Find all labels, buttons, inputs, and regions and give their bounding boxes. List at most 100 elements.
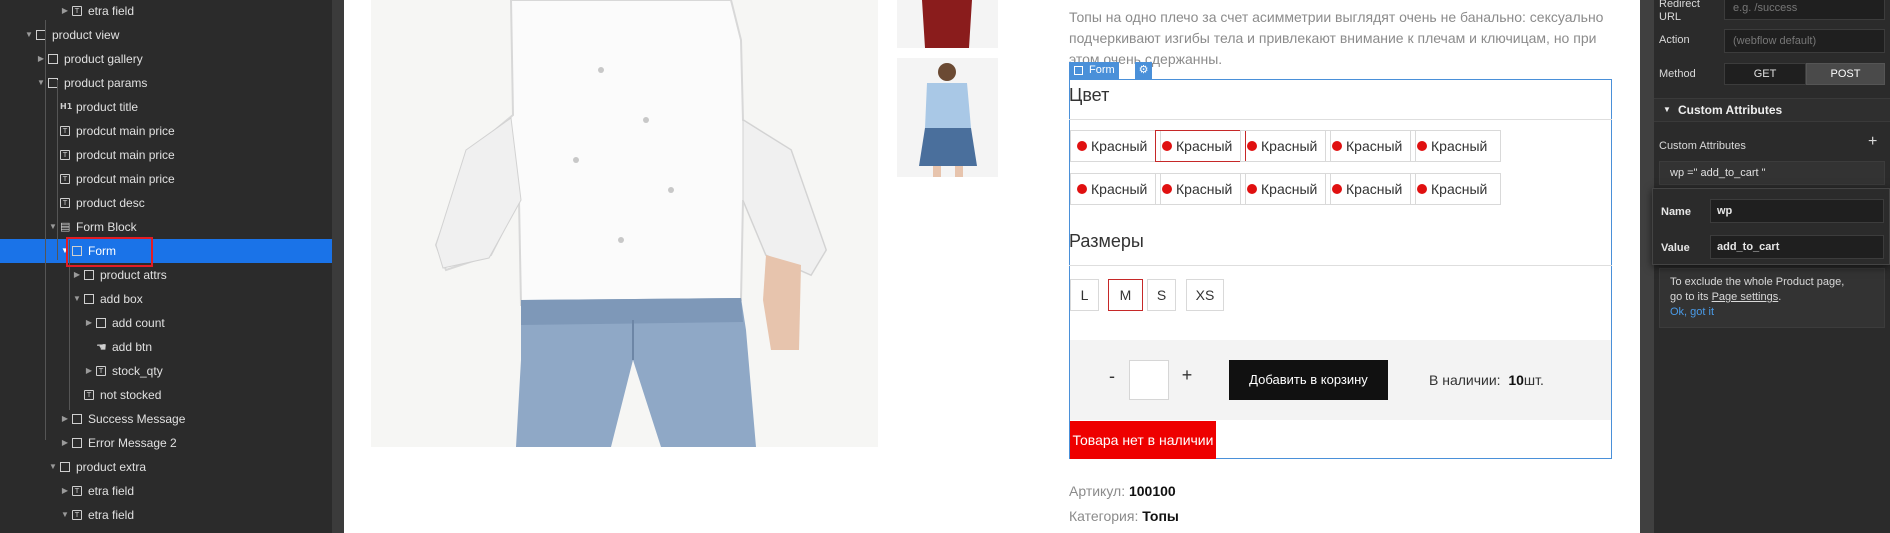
product-thumbnail-1[interactable] bbox=[897, 0, 998, 48]
size-option[interactable]: XS bbox=[1186, 279, 1224, 311]
quantity-input[interactable] bbox=[1129, 360, 1169, 400]
design-canvas: Топы на одно плечо за счет асимметрии вы… bbox=[344, 0, 1640, 533]
size-option[interactable]: S bbox=[1147, 279, 1176, 311]
caret-down-icon[interactable]: ▼ bbox=[72, 287, 82, 311]
sizes-section-title: Размеры bbox=[1069, 231, 1144, 251]
color-option[interactable]: Красный bbox=[1070, 173, 1161, 205]
category-line: Категория: Топы bbox=[1069, 508, 1179, 524]
action-input[interactable]: (webflow default) bbox=[1724, 29, 1885, 53]
attribute-edit-popup: Name wp Value add_to_cart bbox=[1652, 188, 1890, 265]
navigator-item[interactable]: ▼ product view bbox=[0, 23, 332, 47]
method-post-button[interactable]: POST bbox=[1806, 63, 1885, 85]
stock-info: В наличии: 10шт. bbox=[1429, 372, 1544, 388]
size-option[interactable]: L bbox=[1070, 279, 1099, 311]
product-thumbnail-2[interactable] bbox=[897, 58, 998, 177]
value-input[interactable]: add_to_cart bbox=[1710, 235, 1884, 259]
page-settings-link[interactable]: Page settings bbox=[1712, 291, 1779, 303]
color-option[interactable]: Красный bbox=[1155, 130, 1246, 162]
navigator-item[interactable]: ▼ Tetra field bbox=[0, 503, 332, 527]
gear-icon[interactable]: ⚙ bbox=[1135, 62, 1152, 79]
ok-got-it-link[interactable]: Ok, got it bbox=[1670, 305, 1874, 320]
navigator-item-label: product extra bbox=[76, 460, 147, 474]
navigator-item[interactable]: ☚ add btn bbox=[0, 335, 332, 359]
navigator-item-label: add box bbox=[100, 292, 143, 306]
custom-attributes-section-header[interactable]: ▼ Custom Attributes bbox=[1654, 98, 1890, 122]
navigator-item[interactable]: ▼ ▤ Form Block bbox=[0, 215, 332, 239]
add-to-cart-button[interactable]: Добавить в корзину bbox=[1229, 360, 1388, 400]
custom-attributes-label: Custom Attributes bbox=[1659, 140, 1746, 152]
navigator-item[interactable]: Tprodcut main price bbox=[0, 143, 332, 167]
color-swatch-dot bbox=[1417, 184, 1427, 194]
color-swatch-dot bbox=[1077, 141, 1087, 151]
text-icon: T bbox=[72, 6, 82, 16]
navigator-item[interactable]: ▼ product params bbox=[0, 71, 332, 95]
caret-right-icon[interactable]: ▶ bbox=[60, 479, 70, 503]
product-main-image[interactable] bbox=[371, 0, 878, 447]
box-icon bbox=[60, 462, 70, 472]
color-swatch-dot bbox=[1162, 184, 1172, 194]
navigator-item[interactable]: ▶ add count bbox=[0, 311, 332, 335]
note-line-1: To exclude the whole Product page, bbox=[1670, 276, 1845, 288]
category-label: Категория: bbox=[1069, 508, 1139, 524]
caret-right-icon[interactable]: ▶ bbox=[84, 311, 94, 335]
color-option[interactable]: Красный bbox=[1410, 130, 1501, 162]
text-icon: T bbox=[60, 150, 70, 160]
navigator-item[interactable]: ▼ product extra bbox=[0, 455, 332, 479]
navigator-item[interactable]: ▶ product gallery bbox=[0, 47, 332, 71]
box-icon bbox=[48, 54, 58, 64]
color-option[interactable]: Красный bbox=[1410, 173, 1501, 205]
navigator-item[interactable]: Tnot stocked bbox=[0, 383, 332, 407]
product-description: Топы на одно плечо за счет асимметрии вы… bbox=[1069, 9, 1604, 67]
navigator-item[interactable]: ▶ Success Message bbox=[0, 407, 332, 431]
add-attribute-icon[interactable]: + bbox=[1868, 133, 1877, 151]
method-label: Method bbox=[1659, 68, 1696, 80]
navigator-item[interactable]: ▶ Tstock_qty bbox=[0, 359, 332, 383]
caret-right-icon[interactable]: ▶ bbox=[60, 431, 70, 455]
custom-attributes-title: Custom Attributes bbox=[1678, 103, 1783, 117]
name-input[interactable]: wp bbox=[1710, 199, 1884, 223]
category-value: Топы bbox=[1142, 508, 1179, 524]
caret-down-icon[interactable]: ▼ bbox=[60, 503, 70, 527]
navigator-item[interactable]: ▶ Error Message 2 bbox=[0, 431, 332, 455]
color-option[interactable]: Красный bbox=[1325, 173, 1416, 205]
navigator-item[interactable]: ▼ add box bbox=[0, 287, 332, 311]
qty-minus-button[interactable]: - bbox=[1102, 366, 1122, 387]
navigator-item[interactable]: ▶ Tetra field bbox=[0, 479, 332, 503]
caret-right-icon[interactable]: ▶ bbox=[60, 0, 70, 23]
navigator-item-label: add count bbox=[112, 316, 165, 330]
navigator-item[interactable]: Tprodcut main price bbox=[0, 119, 332, 143]
color-option[interactable]: Красный bbox=[1155, 173, 1246, 205]
color-option[interactable]: Красный bbox=[1240, 173, 1331, 205]
color-option[interactable]: Красный bbox=[1070, 130, 1161, 162]
color-option-label: Красный bbox=[1261, 181, 1318, 197]
tree-guide-line bbox=[45, 20, 46, 440]
navigator-item[interactable]: Tprodcut main price bbox=[0, 167, 332, 191]
qty-plus-button[interactable]: + bbox=[1177, 365, 1197, 386]
text-icon: T bbox=[72, 486, 82, 496]
color-option[interactable]: Красный bbox=[1240, 130, 1331, 162]
navigator-item[interactable]: H1 product title bbox=[0, 95, 332, 119]
canvas-right-gutter bbox=[1640, 0, 1654, 533]
color-swatch-dot bbox=[1247, 184, 1257, 194]
navigator-item[interactable]: ▶ product attrs bbox=[0, 263, 332, 287]
note-period: . bbox=[1778, 291, 1782, 303]
caret-down-icon[interactable]: ▼ bbox=[24, 23, 34, 47]
sku-value: 100100 bbox=[1128, 483, 1176, 499]
size-option[interactable]: M bbox=[1108, 279, 1143, 311]
navigator-item[interactable]: ▶ Tetra field bbox=[0, 0, 332, 23]
caret-right-icon[interactable]: ▶ bbox=[60, 407, 70, 431]
box-icon bbox=[84, 270, 94, 280]
navigator-item[interactable]: Tproduct desc bbox=[0, 191, 332, 215]
navigator-item[interactable]: ▼ Form bbox=[0, 239, 332, 263]
redirect-url-input[interactable]: e.g. /success bbox=[1724, 0, 1885, 20]
divider bbox=[1069, 265, 1612, 266]
color-option-label: Красный bbox=[1431, 181, 1488, 197]
out-of-stock-banner: Товара нет в наличии bbox=[1070, 421, 1216, 459]
caret-down-icon[interactable]: ▼ bbox=[48, 455, 58, 479]
form-selection-tag[interactable]: Form bbox=[1069, 62, 1119, 79]
caret-right-icon[interactable]: ▶ bbox=[84, 359, 94, 383]
attribute-entry[interactable]: wp =" add_to_cart " bbox=[1659, 161, 1885, 185]
method-get-button[interactable]: GET bbox=[1724, 63, 1806, 85]
color-swatch-dot bbox=[1417, 141, 1427, 151]
color-option[interactable]: Красный bbox=[1325, 130, 1416, 162]
